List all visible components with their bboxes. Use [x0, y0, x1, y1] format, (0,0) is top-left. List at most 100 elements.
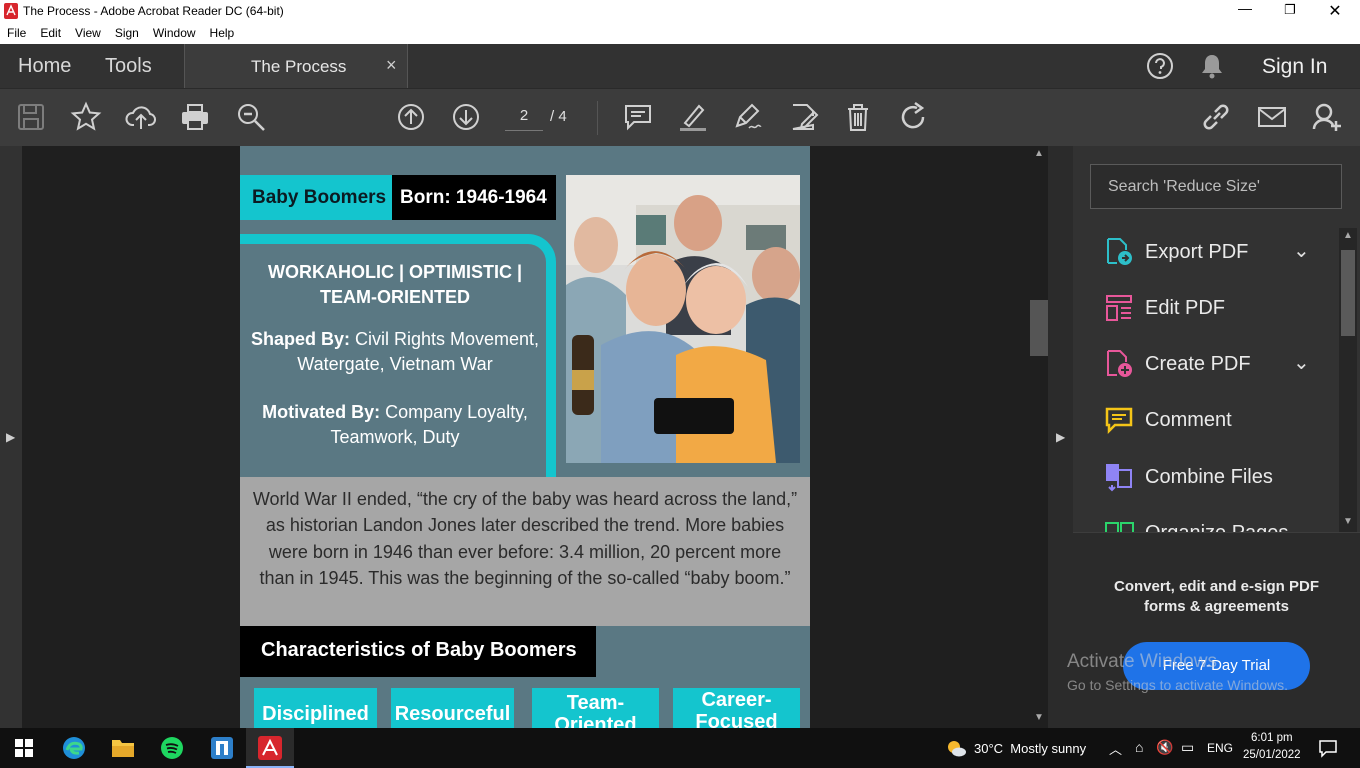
- organize-pages-icon: [1105, 522, 1134, 532]
- add-user-icon[interactable]: [1311, 101, 1343, 133]
- toolbar: 2 / 4: [0, 88, 1360, 146]
- tab-close-icon[interactable]: ×: [386, 55, 397, 76]
- tab-bar: Home Tools The Process × Sign In: [0, 44, 1360, 88]
- menu-edit[interactable]: Edit: [33, 26, 68, 40]
- zoom-search-icon[interactable]: [235, 101, 267, 133]
- edge-browser-icon[interactable]: [62, 736, 86, 760]
- notifications-icon[interactable]: [1318, 738, 1338, 758]
- language-indicator[interactable]: ENG: [1207, 741, 1233, 755]
- email-icon[interactable]: [1256, 101, 1288, 133]
- spotify-icon[interactable]: [160, 736, 184, 760]
- help-icon[interactable]: [1146, 52, 1174, 80]
- tray-chevron-up-icon[interactable]: ︿: [1109, 739, 1122, 758]
- app-window-icon[interactable]: [210, 736, 234, 760]
- characteristic-team-oriented: Team-Oriented: [532, 688, 659, 728]
- volume-muted-icon[interactable]: 🔇: [1156, 739, 1173, 756]
- acrobat-taskbar-icon: [258, 736, 282, 760]
- comment-icon[interactable]: [622, 101, 654, 133]
- tools-scroll-thumb[interactable]: [1341, 250, 1355, 336]
- scroll-down-icon[interactable]: ▼: [1034, 712, 1044, 723]
- notification-bell-icon[interactable]: [1199, 52, 1225, 80]
- menu-window[interactable]: Window: [146, 26, 203, 40]
- tool-combine-files[interactable]: Combine Files: [1103, 461, 1273, 493]
- windows-taskbar: 30°C Mostly sunny ︿ ⌂ 🔇 ▭ ENG 6:01 pm 25…: [0, 728, 1360, 768]
- menu-sign[interactable]: Sign: [108, 26, 146, 40]
- menu-help[interactable]: Help: [203, 26, 242, 40]
- combine-files-icon: [1106, 464, 1132, 492]
- document-scrollbar[interactable]: ▲ ▼: [1030, 146, 1048, 728]
- next-page-icon[interactable]: [450, 101, 482, 133]
- weather-sun-icon[interactable]: [945, 738, 967, 758]
- minimize-icon[interactable]: —: [1237, 0, 1253, 22]
- promo-section: Convert, edit and e-sign PDF forms & agr…: [1073, 532, 1360, 728]
- rotate-icon[interactable]: [897, 101, 929, 133]
- clock-date[interactable]: 25/01/2022: [1243, 749, 1301, 761]
- previous-page-icon[interactable]: [395, 101, 427, 133]
- motivated-by-label: Motivated By:: [262, 402, 381, 422]
- tools-scroll-down-icon[interactable]: ▼: [1343, 516, 1353, 527]
- scroll-up-icon[interactable]: ▲: [1034, 148, 1044, 159]
- tab-tools[interactable]: Tools: [105, 55, 152, 78]
- page-number-input[interactable]: 2: [505, 107, 543, 131]
- tool-export-pdf-label: Export PDF: [1145, 240, 1249, 263]
- share-link-icon[interactable]: [1200, 101, 1232, 133]
- scroll-thumb[interactable]: [1030, 300, 1048, 356]
- shaped-by-text: Shaped By: Civil Rights Movement, Waterg…: [245, 327, 545, 377]
- menu-view[interactable]: View: [68, 26, 108, 40]
- tool-comment-label: Comment: [1145, 408, 1232, 431]
- expand-left-pane-icon[interactable]: ▶: [6, 430, 15, 444]
- edit-document-icon[interactable]: [787, 101, 819, 133]
- left-pane-gutter: ▶: [0, 146, 22, 728]
- traits-text: WORKAHOLIC | OPTIMISTIC | TEAM-ORIENTED: [267, 262, 523, 307]
- close-window-icon[interactable]: ✕: [1327, 1, 1343, 21]
- tab-home[interactable]: Home: [18, 55, 71, 78]
- tool-combine-files-label: Combine Files: [1145, 465, 1273, 488]
- collapse-right-pane-icon[interactable]: ▶: [1056, 430, 1065, 444]
- restore-icon[interactable]: ❐: [1282, 2, 1298, 20]
- create-pdf-icon: [1107, 350, 1132, 377]
- history-section: World War II ended, “the cry of the baby…: [240, 477, 810, 626]
- tab-document[interactable]: The Process ×: [184, 44, 408, 88]
- tool-create-pdf[interactable]: Create PDF: [1103, 348, 1251, 380]
- export-chevron-down-icon[interactable]: ⌄: [1293, 238, 1310, 263]
- tools-scrollbar[interactable]: ▲ ▼: [1339, 228, 1357, 532]
- page-total: / 4: [550, 108, 567, 125]
- windows-start-icon[interactable]: [15, 739, 33, 757]
- toolbar-divider: [597, 101, 598, 135]
- tool-edit-pdf-label: Edit PDF: [1145, 296, 1226, 319]
- right-pane-gutter: ▶: [1048, 146, 1073, 728]
- taskbar-acrobat-active[interactable]: [246, 728, 294, 768]
- bookmark-star-icon[interactable]: [70, 101, 102, 133]
- delete-trash-icon[interactable]: [842, 101, 874, 133]
- promo-text: Convert, edit and e-sign PDF forms & agr…: [1113, 578, 1320, 615]
- acrobat-app-icon: [4, 3, 18, 19]
- print-icon[interactable]: [179, 101, 211, 133]
- shaped-by-label: Shaped By:: [250, 329, 350, 349]
- create-chevron-down-icon[interactable]: ⌄: [1293, 350, 1310, 375]
- file-explorer-icon[interactable]: [111, 737, 135, 759]
- export-pdf-icon: [1107, 238, 1132, 265]
- tool-comment[interactable]: Comment: [1103, 404, 1232, 436]
- tools-scroll-up-icon[interactable]: ▲: [1343, 230, 1353, 241]
- menu-file[interactable]: File: [0, 26, 33, 40]
- tool-organize-pages-label: Organize Pages: [1145, 522, 1288, 533]
- tool-organize-pages[interactable]: Organize Pages: [1103, 517, 1288, 532]
- tools-search-input[interactable]: Search 'Reduce Size': [1090, 164, 1342, 209]
- highlight-pen-icon[interactable]: [677, 101, 709, 133]
- tool-export-pdf[interactable]: Export PDF: [1103, 236, 1248, 268]
- upload-cloud-icon[interactable]: [125, 101, 157, 133]
- tools-search-placeholder: Search 'Reduce Size': [1108, 178, 1260, 195]
- tray-device-icon[interactable]: ⌂: [1135, 739, 1143, 755]
- characteristics-heading-box: Characteristics of Baby Boomers: [240, 626, 596, 677]
- clock-time[interactable]: 6:01 pm: [1251, 732, 1293, 744]
- generation-label-box: Baby Boomers: [240, 175, 392, 220]
- sign-in-button[interactable]: Sign In: [1262, 55, 1327, 79]
- network-icon[interactable]: ▭: [1181, 739, 1194, 756]
- baby-boomers-photo: [566, 175, 800, 463]
- save-icon[interactable]: [15, 101, 47, 133]
- tool-edit-pdf[interactable]: Edit PDF: [1103, 292, 1225, 324]
- weather-text[interactable]: 30°C Mostly sunny: [974, 741, 1086, 756]
- sign-pen-icon[interactable]: [732, 101, 764, 133]
- free-trial-button[interactable]: Free 7-Day Trial: [1123, 642, 1310, 690]
- characteristics-heading: Characteristics of Baby Boomers: [261, 639, 577, 661]
